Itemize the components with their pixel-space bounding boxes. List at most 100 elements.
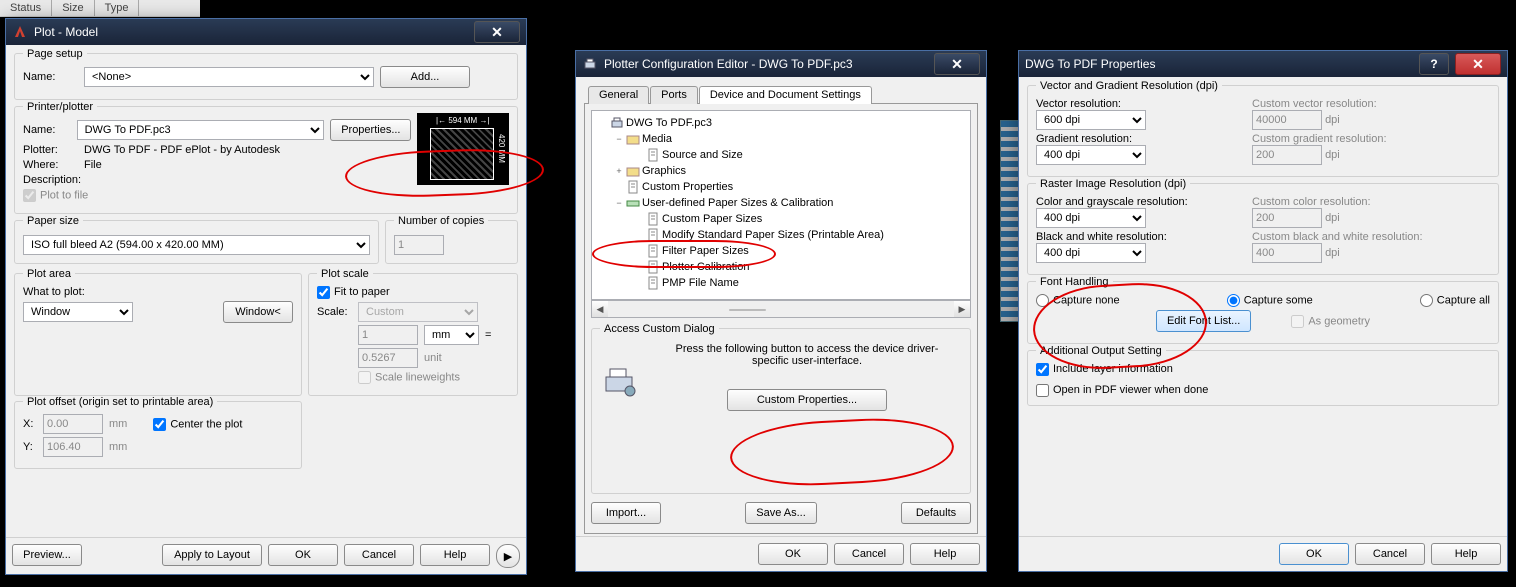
open-pdf-checkbox[interactable]: Open in PDF viewer when done <box>1036 384 1208 396</box>
props-help-button[interactable]: Help <box>1431 543 1501 565</box>
scale-select[interactable]: Custom <box>358 302 478 322</box>
cgres-unit: dpi <box>1325 149 1340 161</box>
vres-select[interactable]: 600 dpi <box>1036 110 1146 130</box>
tree-node[interactable]: Filter Paper Sizes <box>594 243 968 259</box>
plot-ok-button[interactable]: OK <box>268 544 338 566</box>
x-input[interactable] <box>43 414 103 434</box>
thumb-height-label: 420 MM <box>497 134 506 163</box>
acd-title: Access Custom Dialog <box>600 323 719 335</box>
tree-node[interactable]: −User-defined Paper Sizes & Calibration <box>594 195 968 211</box>
printer-title: Printer/plotter <box>23 101 97 113</box>
radio-capture-none[interactable]: Capture none <box>1036 294 1120 307</box>
edit-font-list-button[interactable]: Edit Font List... <box>1156 310 1251 332</box>
tab-ports[interactable]: Ports <box>650 86 698 104</box>
vector-gradient-group: Vector and Gradient Resolution (dpi) Vec… <box>1027 85 1499 177</box>
pce-tree[interactable]: DWG To PDF.pc3−MediaSource and Size +Gra… <box>591 110 971 300</box>
plotoffset-group: Plot offset (origin set to printable are… <box>14 401 302 469</box>
tree-node[interactable]: −Media <box>594 131 968 147</box>
page-icon <box>646 212 660 226</box>
help-icon[interactable]: ? <box>1419 53 1449 75</box>
plot-to-file-checkbox[interactable]: Plot to file <box>23 189 88 202</box>
scale-unit-select[interactable]: mm <box>424 325 479 345</box>
scale-lineweights-checkbox[interactable]: Scale lineweights <box>358 371 460 384</box>
tree-node-label: User-defined Paper Sizes & Calibration <box>642 195 833 211</box>
dwgprops-titlebar[interactable]: DWG To PDF Properties ? ✕ <box>1019 51 1507 77</box>
y-input[interactable] <box>43 437 103 457</box>
defaults-button[interactable]: Defaults <box>901 502 971 524</box>
tree-node[interactable]: Custom Paper Sizes <box>594 211 968 227</box>
expand-arrow-icon[interactable]: ▶ <box>496 544 520 568</box>
vg-title: Vector and Gradient Resolution (dpi) <box>1036 80 1222 92</box>
pce-help-button[interactable]: Help <box>910 543 980 565</box>
page-icon <box>646 244 660 258</box>
apply-layout-button[interactable]: Apply to Layout <box>162 544 262 566</box>
col-status: Status <box>0 0 52 16</box>
pce-dialog: Plotter Configuration Editor - DWG To PD… <box>575 50 987 572</box>
numcopies-input[interactable] <box>394 235 444 255</box>
as-geometry-checkbox[interactable]: As geometry <box>1291 315 1370 328</box>
tree-node[interactable]: Source and Size <box>594 147 968 163</box>
cbw-input[interactable] <box>1252 243 1322 263</box>
close-icon[interactable]: ✕ <box>474 21 520 43</box>
tree-node[interactable]: DWG To PDF.pc3 <box>594 115 968 131</box>
thumb-width-label: |← 594 MM →| <box>436 116 490 125</box>
acd-text: Press the following button to access the… <box>652 343 962 367</box>
tree-node[interactable]: Modify Standard Paper Sizes (Printable A… <box>594 227 968 243</box>
papersize-select[interactable]: ISO full bleed A2 (594.00 x 420.00 MM) <box>23 235 370 255</box>
radio-capture-some[interactable]: Capture some <box>1227 294 1313 307</box>
scale-den-input[interactable] <box>358 348 418 368</box>
close-icon[interactable]: ✕ <box>1455 53 1501 75</box>
center-plot-checkbox[interactable]: Center the plot <box>153 418 242 431</box>
include-layer-checkbox[interactable]: Include layer information <box>1036 363 1173 375</box>
window-button[interactable]: Window< <box>223 301 293 323</box>
custom-properties-button[interactable]: Custom Properties... <box>727 389 887 411</box>
close-icon[interactable]: ✕ <box>934 53 980 75</box>
pce-cancel-button[interactable]: Cancel <box>834 543 904 565</box>
pce-ok-button[interactable]: OK <box>758 543 828 565</box>
import-button[interactable]: Import... <box>591 502 661 524</box>
plot-title: Plot - Model <box>34 25 98 39</box>
preview-button[interactable]: Preview... <box>12 544 82 566</box>
plotarea-group: Plot area What to plot: Window Window< <box>14 273 302 396</box>
tree-node[interactable]: Custom Properties <box>594 179 968 195</box>
page-icon <box>626 180 640 194</box>
plotter-value: DWG To PDF - PDF ePlot - by Autodesk <box>84 144 280 156</box>
bw-select[interactable]: 400 dpi <box>1036 243 1146 263</box>
tab-device-settings[interactable]: Device and Document Settings <box>699 86 872 104</box>
plot-cancel-button[interactable]: Cancel <box>344 544 414 566</box>
plot-titlebar[interactable]: Plot - Model ✕ <box>6 19 526 45</box>
saveas-button[interactable]: Save As... <box>745 502 817 524</box>
cbw-label: Custom black and white resolution: <box>1252 231 1423 243</box>
tree-node-label: Custom Paper Sizes <box>662 211 762 227</box>
gres-label: Gradient resolution: <box>1036 133 1246 145</box>
cvres-label: Custom vector resolution: <box>1252 98 1377 110</box>
printer-group: Printer/plotter |← 594 MM →| 420 MM Name… <box>14 106 518 214</box>
whattoplot-select[interactable]: Window <box>23 302 133 322</box>
cgres-input[interactable] <box>1252 145 1322 165</box>
tree-hscrollbar[interactable]: ◀▶ <box>591 300 971 318</box>
tree-node[interactable]: PMP File Name <box>594 275 968 291</box>
plot-help-button[interactable]: Help <box>420 544 490 566</box>
tab-general[interactable]: General <box>588 86 649 104</box>
add-button[interactable]: Add... <box>380 66 470 88</box>
tree-node[interactable]: Plotter Calibration <box>594 259 968 275</box>
props-ok-button[interactable]: OK <box>1279 543 1349 565</box>
pce-titlebar[interactable]: Plotter Configuration Editor - DWG To PD… <box>576 51 986 77</box>
fit-to-paper-checkbox[interactable]: Fit to paper <box>317 286 390 298</box>
whattoplot-label: What to plot: <box>23 286 293 298</box>
numcopies-title: Number of copies <box>394 215 488 227</box>
pagesetup-name-select[interactable]: <None> <box>84 67 374 87</box>
radio-capture-all[interactable]: Capture all <box>1420 294 1490 307</box>
dwgprops-title: DWG To PDF Properties <box>1025 57 1155 71</box>
scale-num-input[interactable] <box>358 325 418 345</box>
printer-name-select[interactable]: DWG To PDF.pc3 <box>77 120 325 140</box>
properties-button[interactable]: Properties... <box>330 119 411 141</box>
font-title: Font Handling <box>1036 276 1113 288</box>
ccr-input[interactable] <box>1252 208 1322 228</box>
cg-select[interactable]: 400 dpi <box>1036 208 1146 228</box>
gres-select[interactable]: 400 dpi <box>1036 145 1146 165</box>
tree-node[interactable]: +Graphics <box>594 163 968 179</box>
cvres-input[interactable] <box>1252 110 1322 130</box>
props-cancel-button[interactable]: Cancel <box>1355 543 1425 565</box>
tree-node-label: Custom Properties <box>642 179 733 195</box>
